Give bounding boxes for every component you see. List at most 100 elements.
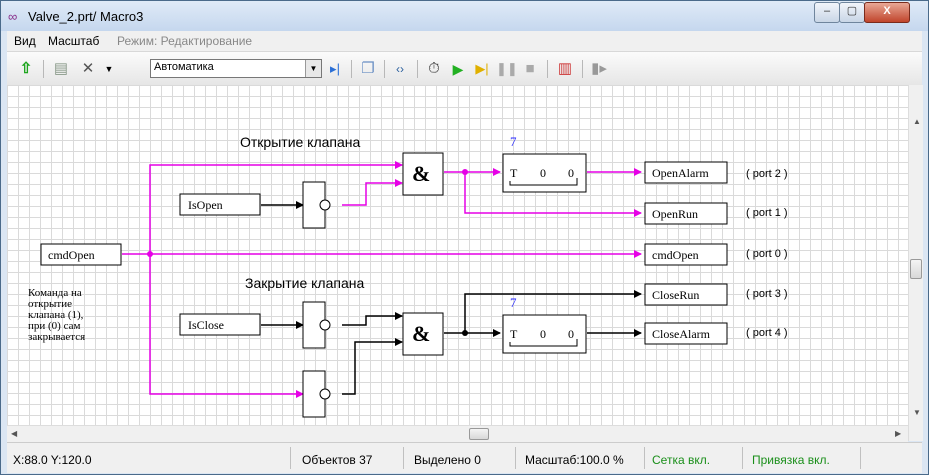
vertical-scrollbar[interactable]: ▲ ▼ [908, 85, 923, 441]
step-forward-icon[interactable]: ▶| [472, 59, 492, 79]
horizontal-scrollbar[interactable]: ◀ ▶ [7, 425, 908, 442]
app-window: ∞ Valve_2.prt/ Macro3 – ▢ X Вид Масштаб … [0, 0, 929, 475]
play-icon[interactable]: ▶ [448, 59, 468, 79]
svg-text:IsOpen: IsOpen [188, 198, 223, 212]
svg-text:OpenRun: OpenRun [652, 207, 698, 221]
toolbar-separator [417, 60, 418, 78]
status-bar: X:88.0 Y:120.0 Объектов 37 Выделено 0 Ма… [7, 442, 922, 473]
and-gate-open[interactable]: & [402, 152, 444, 196]
svg-text:cmdOpen: cmdOpen [48, 248, 95, 262]
junction-dot [462, 330, 468, 336]
svg-text:0: 0 [568, 327, 574, 341]
output-closealarm[interactable]: CloseAlarm ( port 4 ) [644, 322, 788, 345]
output-cmdopen[interactable]: cmdOpen ( port 0 ) [644, 243, 788, 266]
toolbar-separator [384, 60, 385, 78]
menu-scale[interactable]: Масштаб [48, 34, 99, 48]
horizontal-scroll-thumb[interactable] [469, 428, 489, 440]
inactive-wires [261, 201, 642, 395]
mode-select[interactable]: Автоматика ▼ [150, 59, 322, 78]
scroll-left-icon[interactable]: ◀ [11, 429, 17, 438]
scroll-right-icon[interactable]: ▶ [895, 429, 901, 438]
status-separator [644, 447, 645, 469]
svg-text:закрывается: закрывается [28, 331, 85, 343]
svg-text:cmdOpen: cmdOpen [652, 248, 699, 262]
snap-status[interactable]: Привязка вкл. [752, 453, 830, 467]
mode-select-value: Автоматика [154, 61, 214, 73]
close-button[interactable]: X [864, 2, 910, 23]
timer-open[interactable]: 7 T 0 0 [502, 134, 587, 193]
bar-chart-icon[interactable]: ▥ [555, 59, 575, 79]
tools-icon[interactable]: ✕ [78, 59, 98, 79]
scale-readout: Масштаб:100.0 % [525, 453, 624, 467]
layers-icon[interactable]: ❐ [358, 59, 378, 79]
up-arrow-icon[interactable]: ⇧ [16, 59, 36, 79]
port-label: ( port 1 ) [746, 207, 788, 219]
svg-text:&: & [412, 161, 430, 186]
not-gate[interactable] [302, 370, 331, 418]
grid-status[interactable]: Сетка вкл. [652, 453, 710, 467]
output-openrun[interactable]: OpenRun ( port 1 ) [644, 202, 788, 225]
status-separator [290, 447, 291, 469]
document-icon[interactable]: ▤ [51, 59, 71, 79]
port-label: ( port 4 ) [746, 327, 788, 339]
port-label: ( port 3 ) [746, 288, 788, 300]
maximize-button[interactable]: ▢ [839, 2, 865, 23]
svg-text:&: & [412, 321, 430, 346]
exit-icon[interactable]: ▮▸ [589, 59, 609, 79]
app-icon: ∞ [8, 9, 18, 24]
menu-view[interactable]: Вид [14, 34, 36, 48]
svg-text:7: 7 [510, 134, 517, 149]
junction-dot [462, 169, 468, 175]
timer-close[interactable]: 7 T 0 0 [502, 295, 587, 354]
svg-text:0: 0 [568, 166, 574, 180]
not-gate[interactable] [302, 301, 331, 349]
selected-count: Выделено 0 [414, 453, 481, 467]
logic-diagram[interactable]: Открытие клапана Закрытие клапана Команд… [7, 85, 908, 425]
pause-icon[interactable]: ❚❚ [496, 59, 518, 79]
svg-text:CloseAlarm: CloseAlarm [652, 327, 711, 341]
stop-icon[interactable]: ■ [520, 59, 540, 79]
toolbar-separator [547, 60, 548, 78]
comment-text: Команда на открытие клапана (1), при (0)… [28, 287, 85, 343]
output-closerun[interactable]: CloseRun ( port 3 ) [644, 283, 788, 306]
menu-bar: Вид Масштаб Режим: Редактирование [7, 31, 922, 51]
scroll-down-icon[interactable]: ▼ [913, 408, 921, 417]
status-separator [860, 447, 861, 469]
diagram-canvas[interactable]: Открытие клапана Закрытие клапана Команд… [7, 85, 908, 425]
section-open-label: Открытие клапана [240, 134, 361, 150]
port-label: ( port 2 ) [746, 168, 788, 180]
toolbar-separator [43, 60, 44, 78]
and-gate-close[interactable]: & [402, 312, 444, 356]
status-separator [742, 447, 743, 469]
stopwatch-icon[interactable]: ⏱ [424, 59, 444, 79]
step-icon[interactable]: ▸| [325, 59, 345, 79]
not-gate[interactable] [302, 181, 331, 229]
status-separator [515, 447, 516, 469]
toolbar: ⇧ ▤ ✕ ▼ Автоматика ▼ ▸| ❐ ‹› ⏱ ▶ ▶| ❚❚ ■… [7, 51, 922, 86]
input-isopen[interactable]: IsOpen [179, 193, 261, 216]
link-icon[interactable]: ‹› [390, 59, 410, 79]
window-title: Valve_2.prt/ Macro3 [28, 9, 144, 24]
svg-text:CloseRun: CloseRun [652, 288, 699, 302]
status-separator [403, 447, 404, 469]
svg-text:0: 0 [540, 327, 546, 341]
svg-text:0: 0 [540, 166, 546, 180]
output-openalarm[interactable]: OpenAlarm ( port 2 ) [644, 161, 788, 184]
objects-count: Объектов 37 [302, 453, 373, 467]
minimize-button[interactable]: – [814, 2, 840, 23]
svg-text:T: T [510, 166, 518, 180]
dropdown-arrow-icon[interactable]: ▼ [99, 59, 119, 79]
chevron-down-icon[interactable]: ▼ [305, 60, 321, 77]
coords-readout: X:88.0 Y:120.0 [13, 453, 92, 467]
port-label: ( port 0 ) [746, 248, 788, 260]
vertical-scroll-thumb[interactable] [910, 259, 922, 279]
svg-text:IsClose: IsClose [188, 318, 224, 332]
scroll-up-icon[interactable]: ▲ [913, 117, 921, 126]
svg-text:7: 7 [510, 295, 517, 310]
toolbar-separator [582, 60, 583, 78]
svg-text:T: T [510, 327, 518, 341]
input-isclose[interactable]: IsClose [179, 313, 261, 336]
input-cmdopen[interactable]: cmdOpen [40, 243, 122, 266]
title-bar[interactable]: ∞ Valve_2.prt/ Macro3 – ▢ X [1, 1, 928, 31]
junction-dot [147, 251, 153, 257]
